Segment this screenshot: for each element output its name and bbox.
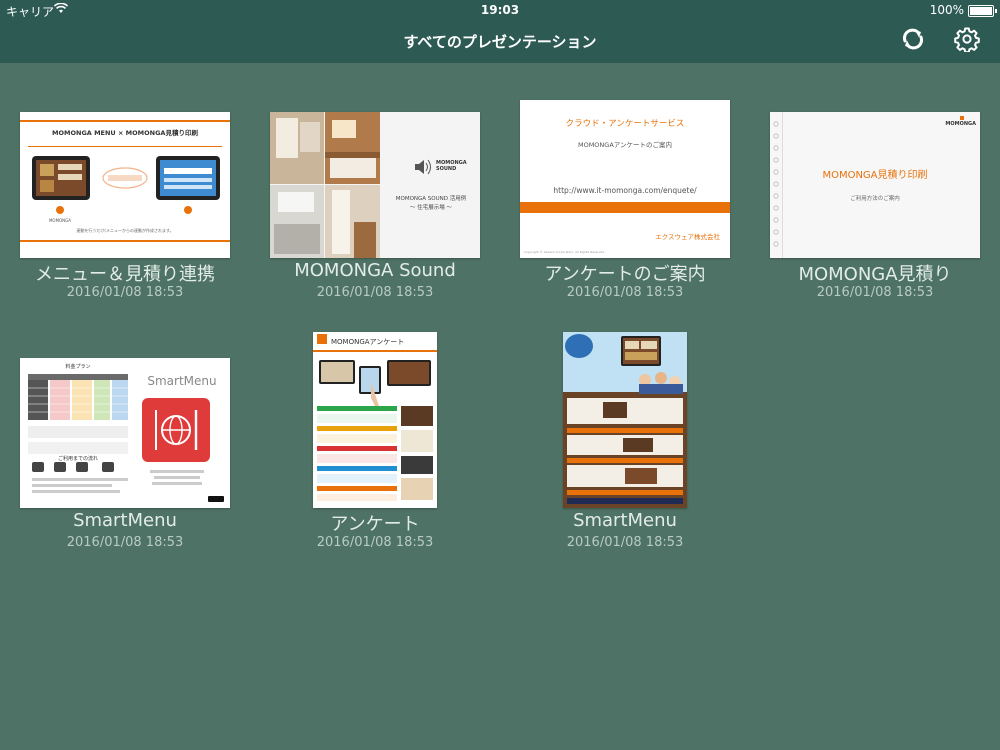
presentation-date: 2016/01/08 18:53 [66, 285, 184, 300]
presentation-date: 2016/01/08 18:53 [816, 285, 934, 300]
status-bar: キャリア 19:03 100% [0, 0, 1000, 20]
presentation-name: アンケートのご案内 [544, 264, 706, 285]
slide-title: クラウド・アンケートサービス [565, 119, 685, 129]
presentation-tile[interactable]: SmartMenu 2016/01/08 18:53 [500, 330, 750, 555]
presentation-name: SmartMenu [573, 510, 677, 531]
presentation-tile[interactable]: 料金プラン SmartMenu ご利用までの流れ SmartMenu 2016/… [0, 330, 250, 555]
presentation-name: メニュー＆見積り連携 [35, 264, 215, 285]
slide-thumbnail[interactable]: クラウド・アンケートサービス MOMONGAアンケートのご案内 http://w… [520, 100, 730, 258]
presentation-tile[interactable]: MOMONGA MENU × MOMONGA見積り印刷 MOMONGA 連動を行… [0, 100, 250, 305]
slide-thumbnail[interactable] [563, 332, 687, 508]
slide-line-1: MOMONGA SOUND 活用例 [395, 196, 467, 202]
presentation-tile[interactable]: MOMONGAアンケート アンケート 2016/01/08 18:53 [250, 330, 500, 555]
slide-url: http://www.it-momonga.com/enquete/ [553, 186, 697, 195]
slide-subtitle: ご利用方法のご案内 [850, 196, 900, 202]
battery-icon [968, 5, 997, 17]
slide-flow-title: ご利用までの流れ [57, 456, 98, 462]
slide-art [770, 112, 980, 258]
slide-plan-title: 料金プラン [65, 364, 91, 370]
presentation-tile[interactable]: クラウド・アンケートサービス MOMONGAアンケートのご案内 http://w… [500, 100, 750, 305]
slide-thumbnail[interactable]: MOMONGAアンケート [313, 332, 437, 508]
slide-logo: MOMONGA [48, 218, 72, 223]
gear-icon [954, 26, 980, 56]
slide-thumbnail[interactable]: 料金プラン SmartMenu ご利用までの流れ [20, 358, 230, 508]
refresh-icon [900, 26, 926, 56]
refresh-button[interactable] [898, 26, 928, 56]
clock: 19:03 [480, 3, 520, 17]
nav-bar: すべてのプレゼンテーション [0, 20, 1000, 63]
slide-subtitle: MOMONGAアンケートのご案内 [577, 141, 673, 149]
slide-line-2: 〜 住宅展示場 〜 [410, 205, 452, 211]
slide-title: MOMONGAアンケート [331, 338, 405, 346]
presentation-name: MOMONGA Sound [294, 260, 456, 281]
slide-logo: MOMONGA SOUND [436, 160, 467, 172]
slide-art [270, 112, 480, 258]
presentation-date: 2016/01/08 18:53 [66, 535, 184, 550]
slide-thumbnail[interactable]: MOMONGA MENU × MOMONGA見積り印刷 MOMONGA 連動を行… [20, 112, 230, 258]
slide-heading: MOMONGA MENU × MOMONGA見積り印刷 [52, 129, 198, 137]
settings-button[interactable] [952, 26, 982, 56]
presentation-name: MOMONGA見積り [798, 264, 952, 285]
presentation-name: SmartMenu [73, 510, 177, 531]
presentation-date: 2016/01/08 18:53 [566, 285, 684, 300]
slide-art [313, 332, 437, 508]
slide-logo: MOMONGA [945, 121, 976, 127]
slide-art [563, 332, 687, 508]
battery-percent: 100% [929, 3, 964, 17]
presentation-date: 2016/01/08 18:53 [316, 285, 434, 300]
presentation-tile[interactable]: MOMONGA MOMONGA見積り印刷 ご利用方法のご案内 MOMONGA見積… [750, 100, 1000, 305]
slide-thumbnail[interactable]: MOMONGA SOUND MOMONGA SOUND 活用例 〜 住宅展示場 … [270, 112, 480, 258]
page-title: すべてのプレゼンテーション [403, 33, 597, 51]
slide-brand: SmartMenu [147, 374, 217, 388]
presentation-name: アンケート [330, 514, 420, 535]
slide-copyright: Copyright © Xsware Corporation. All Righ… [524, 250, 606, 254]
presentation-date: 2016/01/08 18:53 [316, 535, 434, 550]
slide-company: エクスウェア株式会社 [655, 233, 720, 241]
slide-footer: 連動を行うだけ(メニューからの連動が作成されます。 [76, 228, 174, 233]
presentation-date: 2016/01/08 18:53 [566, 535, 684, 550]
presentation-tile[interactable]: MOMONGA SOUND MOMONGA SOUND 活用例 〜 住宅展示場 … [250, 100, 500, 305]
slide-title: MOMONGA見積り印刷 [822, 170, 928, 181]
slide-thumbnail[interactable]: MOMONGA MOMONGA見積り印刷 ご利用方法のご案内 [770, 112, 980, 258]
